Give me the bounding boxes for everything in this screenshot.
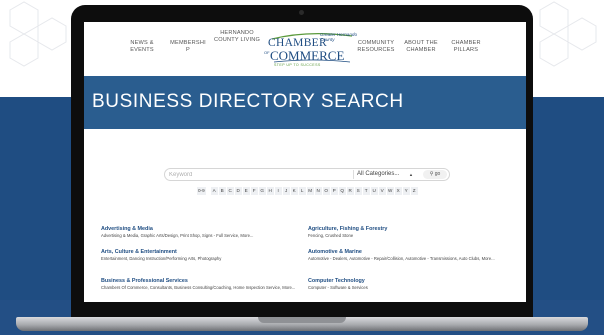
category-title[interactable]: Advertising & Media [101,226,301,233]
alpha-filter-item[interactable]: H [266,187,274,195]
alpha-filter-item[interactable]: D [234,187,242,195]
alpha-filter-item[interactable]: R [346,187,354,195]
alpha-filter-item[interactable]: S [354,187,362,195]
logo-of-text: OF [264,50,270,55]
category-title[interactable]: Arts, Culture & Entertainment [101,249,301,256]
alpha-filter-item[interactable]: Y [402,187,410,195]
alpha-filter-item[interactable]: B [218,187,226,195]
alpha-filter-item[interactable]: U [370,187,378,195]
category-subcategories: Computer - Software & Services [308,285,368,290]
search-bar: All Categories... ▲︎ ⚲ go [164,168,450,181]
nav-hernando-county-living[interactable]: HERNANDO COUNTY LIVING [214,30,260,44]
laptop-base-notch [258,317,346,323]
alpha-filter-item[interactable]: L [298,187,306,195]
go-label: go [434,171,441,177]
logo-tagline: Step up to success [274,63,321,67]
search-divider [353,170,354,179]
search-icon: ⚲ [429,171,434,177]
category-subcategories: Automotive - Dealers, Automotive - Repai… [308,256,495,261]
alpha-filter-item[interactable]: W [386,187,394,195]
category-item[interactable]: Advertising & Media Advertising & Media,… [101,226,301,238]
category-item[interactable]: Computer Technology Computer - Software … [308,278,508,290]
category-item[interactable]: Business & Professional Services Chamber… [101,278,301,290]
alpha-filter-item[interactable]: E [242,187,250,195]
alphabet-filter: 0-9 A B C D E F G H I J K L M N O P Q R S T U V W X Y Z [197,187,418,197]
alpha-filter-item[interactable]: X [394,187,402,195]
logo-commerce-text: COMMERCE [270,48,345,63]
alpha-filter-item[interactable]: N [314,187,322,195]
alpha-filter-item[interactable]: C [226,187,234,195]
category-subcategories: Fencing, Crushed Stone [308,233,354,238]
alpha-filter-item[interactable]: F [250,187,258,195]
category-title[interactable]: Business & Professional Services [101,278,301,285]
category-select[interactable]: All Categories... [357,170,399,179]
logo-greater-hernando-text: Greater Hernando County [320,32,358,42]
category-subcategories: Entertainment, Dancing Instruction/Perfo… [101,256,222,261]
keyword-input[interactable] [169,171,349,179]
alpha-filter-item[interactable]: I [274,187,282,195]
category-item[interactable]: Automotive & Marine Automotive - Dealers… [308,249,514,261]
category-title[interactable]: Automotive & Marine [308,249,514,256]
alpha-filter-item[interactable]: Q [338,187,346,195]
alpha-filter-item[interactable]: P [330,187,338,195]
alpha-filter-item[interactable]: 0-9 [197,187,206,195]
category-item[interactable]: Agriculture, Fishing & Forestry Fencing,… [308,226,508,238]
nav-news-events[interactable]: NEWS & EVENTS [124,40,160,54]
nav-about-the-chamber[interactable]: ABOUT THE CHAMBER [402,40,440,54]
alpha-filter-item[interactable]: O [322,187,330,195]
category-subcategories: Chambers Of Commerce, Consultants, Busin… [101,285,296,290]
site-header: NEWS & EVENTS MEMBERSHI P HERNANDO COUNT… [84,22,526,76]
category-title[interactable]: Computer Technology [308,278,508,285]
alpha-filter-item[interactable]: M [306,187,314,195]
alpha-filter-item[interactable]: V [378,187,386,195]
go-button[interactable]: ⚲ go [423,170,447,179]
caret-updown-icon[interactable]: ▲︎ [409,170,413,179]
alpha-filter-item[interactable]: J [282,187,290,195]
alpha-filter-item[interactable]: A [210,187,218,195]
nav-community-resources[interactable]: COMMUNITY RESOURCES [356,40,396,54]
nav-chamber-pillars[interactable]: CHAMBER PILLARS [448,40,484,54]
category-item[interactable]: Arts, Culture & Entertainment Entertainm… [101,249,301,261]
category-subcategories: Advertising & Media, Graphic Arts/Design… [101,233,254,238]
chamber-logo[interactable]: CHAMBER OF COMMERCE Greater Hernando Cou… [264,32,358,72]
category-title[interactable]: Agriculture, Fishing & Forestry [308,226,508,233]
alpha-filter-item[interactable]: K [290,187,298,195]
alpha-filter-item[interactable]: G [258,187,266,195]
alpha-filter-item[interactable]: T [362,187,370,195]
alpha-filter-item[interactable]: Z [410,187,418,195]
nav-membership[interactable]: MEMBERSHI P [168,40,208,54]
page-title: BUSINESS DIRECTORY SEARCH [92,91,404,112]
laptop-screen: NEWS & EVENTS MEMBERSHI P HERNANDO COUNT… [84,22,526,302]
camera-icon [299,10,304,15]
